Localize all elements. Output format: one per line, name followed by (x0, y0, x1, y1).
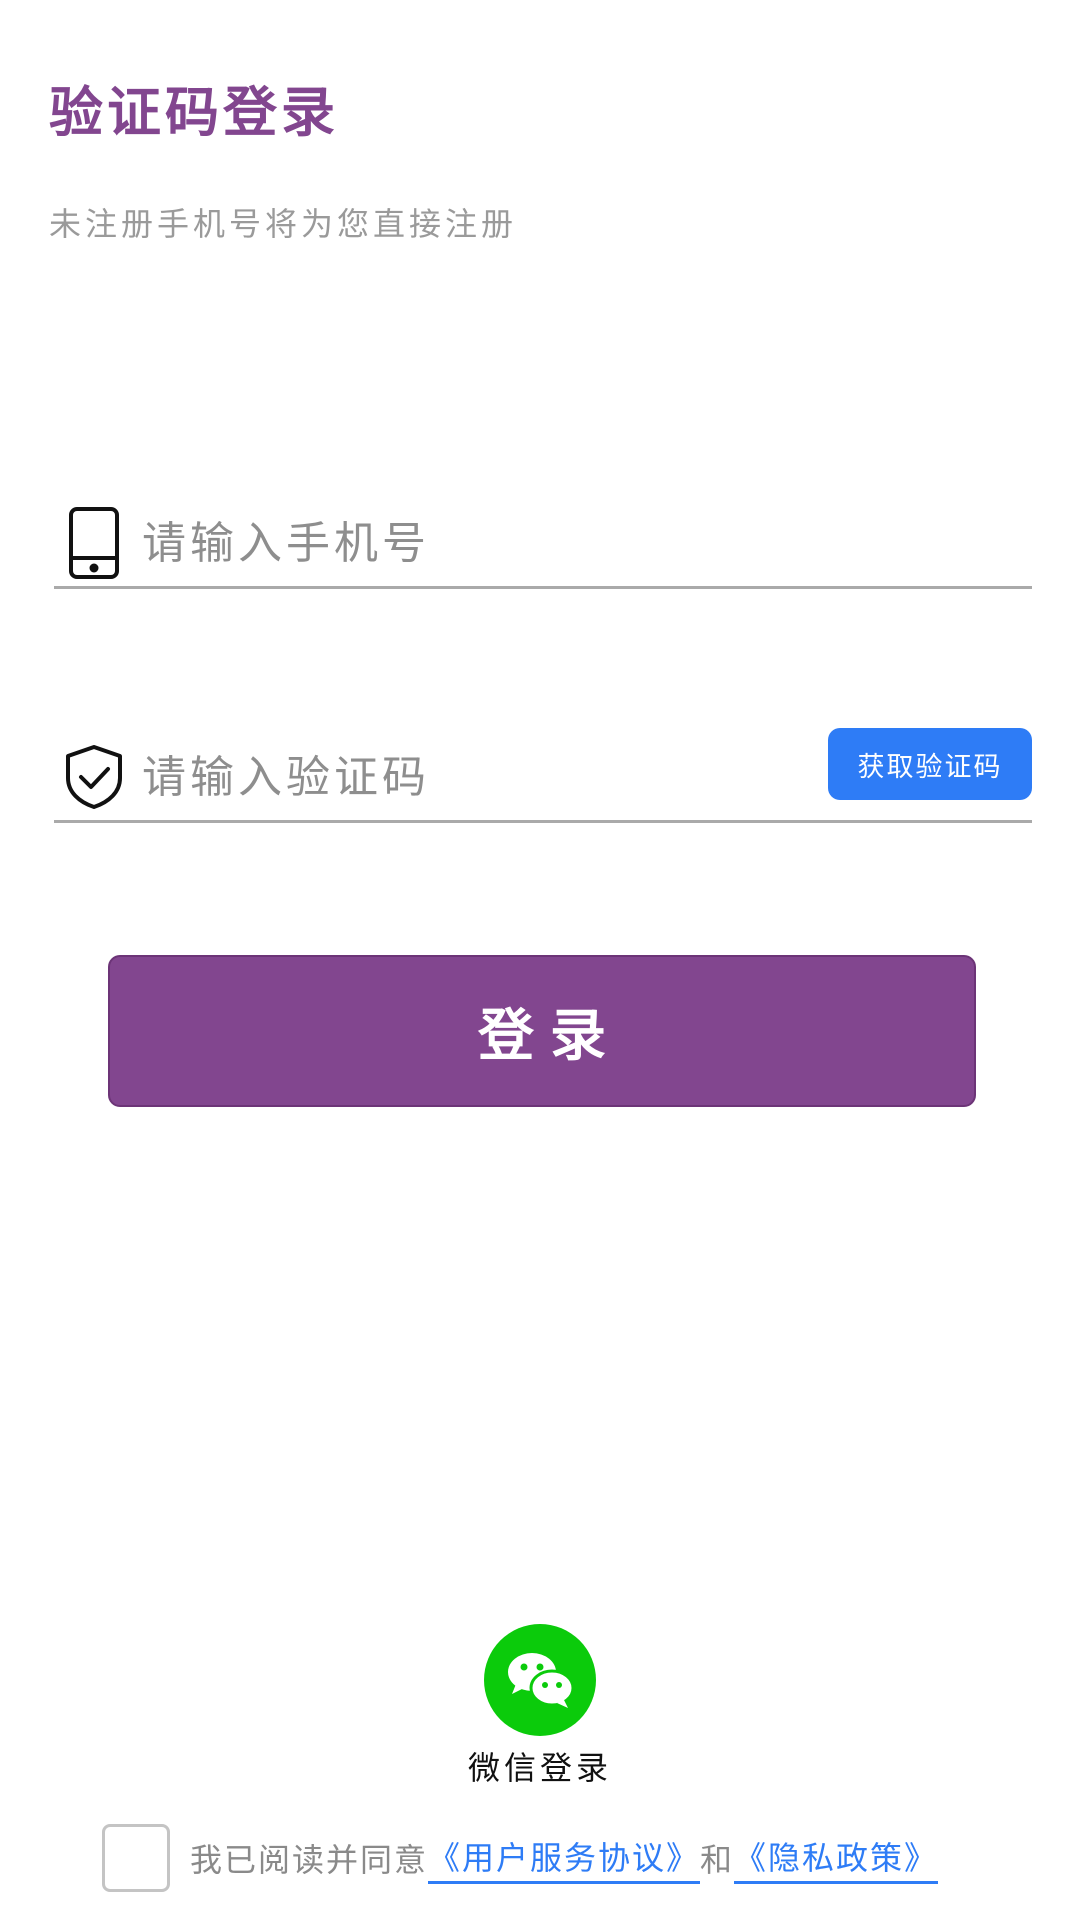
privacy-policy-link[interactable]: 《隐私政策》 (734, 1833, 939, 1884)
phone-input[interactable] (142, 506, 762, 580)
phone-icon (62, 506, 126, 580)
wechat-icon[interactable] (484, 1624, 596, 1736)
shield-check-icon (62, 740, 126, 814)
agreement-prefix: 我已阅读并同意 (190, 1841, 429, 1879)
page-title: 验证码登录 (49, 81, 339, 144)
code-input[interactable] (142, 740, 762, 814)
login-button[interactable]: 登录 (108, 955, 976, 1107)
get-code-button[interactable]: 获取验证码 (828, 728, 1032, 800)
agreement-checkbox[interactable] (102, 1824, 170, 1892)
wechat-login[interactable]: 微信登录 (440, 1624, 640, 1788)
agreement-and: 和 (700, 1841, 735, 1879)
page-subtitle: 未注册手机号将为您直接注册 (49, 205, 518, 243)
phone-field (54, 506, 1032, 589)
wechat-login-label: 微信登录 (467, 1749, 612, 1787)
agreement-row: 我已阅读并同意 《用户服务协议》 和 《隐私政策》 (102, 1822, 939, 1894)
user-agreement-link[interactable]: 《用户服务协议》 (428, 1833, 701, 1884)
code-field: 获取验证码 (54, 728, 1032, 823)
